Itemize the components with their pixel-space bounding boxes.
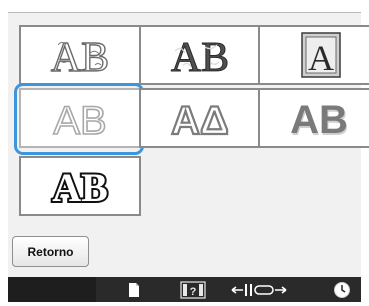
outline-a-delta-glyph: AΔ <box>170 98 230 142</box>
svg-text:AB: AB <box>171 35 229 79</box>
font-style-gothic[interactable]: AB <box>19 156 141 216</box>
document-icon[interactable] <box>120 277 148 302</box>
svg-text:AB: AB <box>51 35 109 79</box>
svg-text:?: ? <box>190 286 197 298</box>
floral-outline-ab-glyph: AB <box>50 34 110 79</box>
svg-text:AB: AB <box>52 165 108 210</box>
ornate-floral-ab-glyph: AB <box>170 35 229 80</box>
decorative-initial-a-glyph: A <box>301 32 341 78</box>
gothic-ab-glyph: AB <box>50 163 110 210</box>
svg-text:AB: AB <box>290 98 348 142</box>
bottom-toolbar: ? <box>8 277 361 302</box>
block-shadow-ab-glyph: AB AB <box>290 98 349 142</box>
svg-text:A: A <box>308 38 334 78</box>
font-style-floral-outline[interactable]: AB <box>19 25 141 85</box>
font-style-outline[interactable]: AB <box>19 88 141 148</box>
width-adjust-icon[interactable] <box>228 277 290 302</box>
font-style-block-shadow[interactable]: AB AB <box>258 88 369 148</box>
back-button[interactable]: Retorno <box>12 236 89 267</box>
font-style-ornate-floral[interactable]: AB <box>139 25 261 85</box>
clock-icon[interactable] <box>330 277 354 302</box>
font-style-decorative-initial[interactable]: A <box>258 25 369 85</box>
outline-ab-glyph: AB <box>53 98 108 142</box>
font-style-outline-a-delta[interactable]: AΔ <box>139 88 261 148</box>
svg-text:AΔ: AΔ <box>171 99 229 142</box>
thread-color-icon[interactable]: ? <box>175 277 211 302</box>
svg-text:AB: AB <box>53 99 106 142</box>
